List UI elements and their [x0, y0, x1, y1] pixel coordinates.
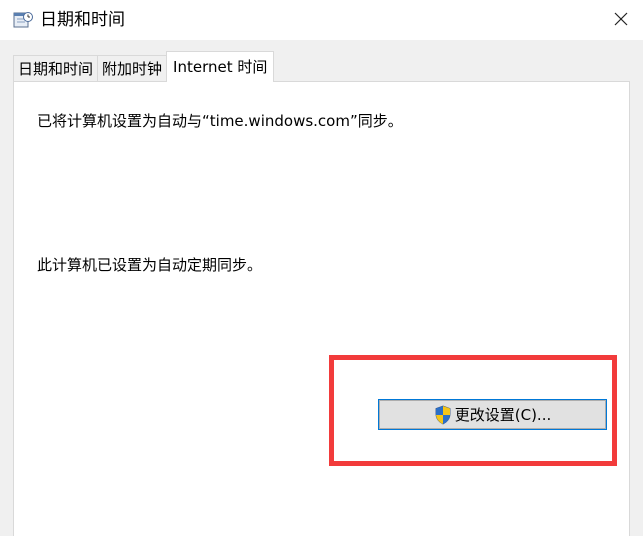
title-bar: 日期和时间 [0, 0, 643, 40]
close-icon [614, 11, 628, 30]
internet-time-panel: 已将计算机设置为自动与“time.windows.com”同步。 此计算机已设置… [13, 81, 630, 536]
change-settings-label: 更改设置(C)... [454, 406, 552, 424]
tab-additional-clocks[interactable]: 附加时钟 [97, 55, 168, 82]
schedule-status-text: 此计算机已设置为自动定期同步。 [37, 256, 263, 274]
calendar-clock-icon [13, 10, 33, 30]
tab-strip: 日期和时间 附加时钟 Internet 时间 [13, 49, 275, 82]
uac-shield-icon [434, 405, 452, 425]
tab-date-time[interactable]: 日期和时间 [13, 55, 99, 82]
tab-internet-time[interactable]: Internet 时间 [166, 51, 275, 82]
window-title: 日期和时间 [40, 10, 125, 30]
close-button[interactable] [599, 0, 643, 40]
change-settings-button[interactable]: 更改设置(C)... [378, 399, 607, 430]
date-time-dialog: 日期和时间 日期和时间 附加时钟 Internet 时间 已将计算机设置为自动与… [0, 0, 643, 536]
sync-status-text: 已将计算机设置为自动与“time.windows.com”同步。 [37, 112, 403, 130]
